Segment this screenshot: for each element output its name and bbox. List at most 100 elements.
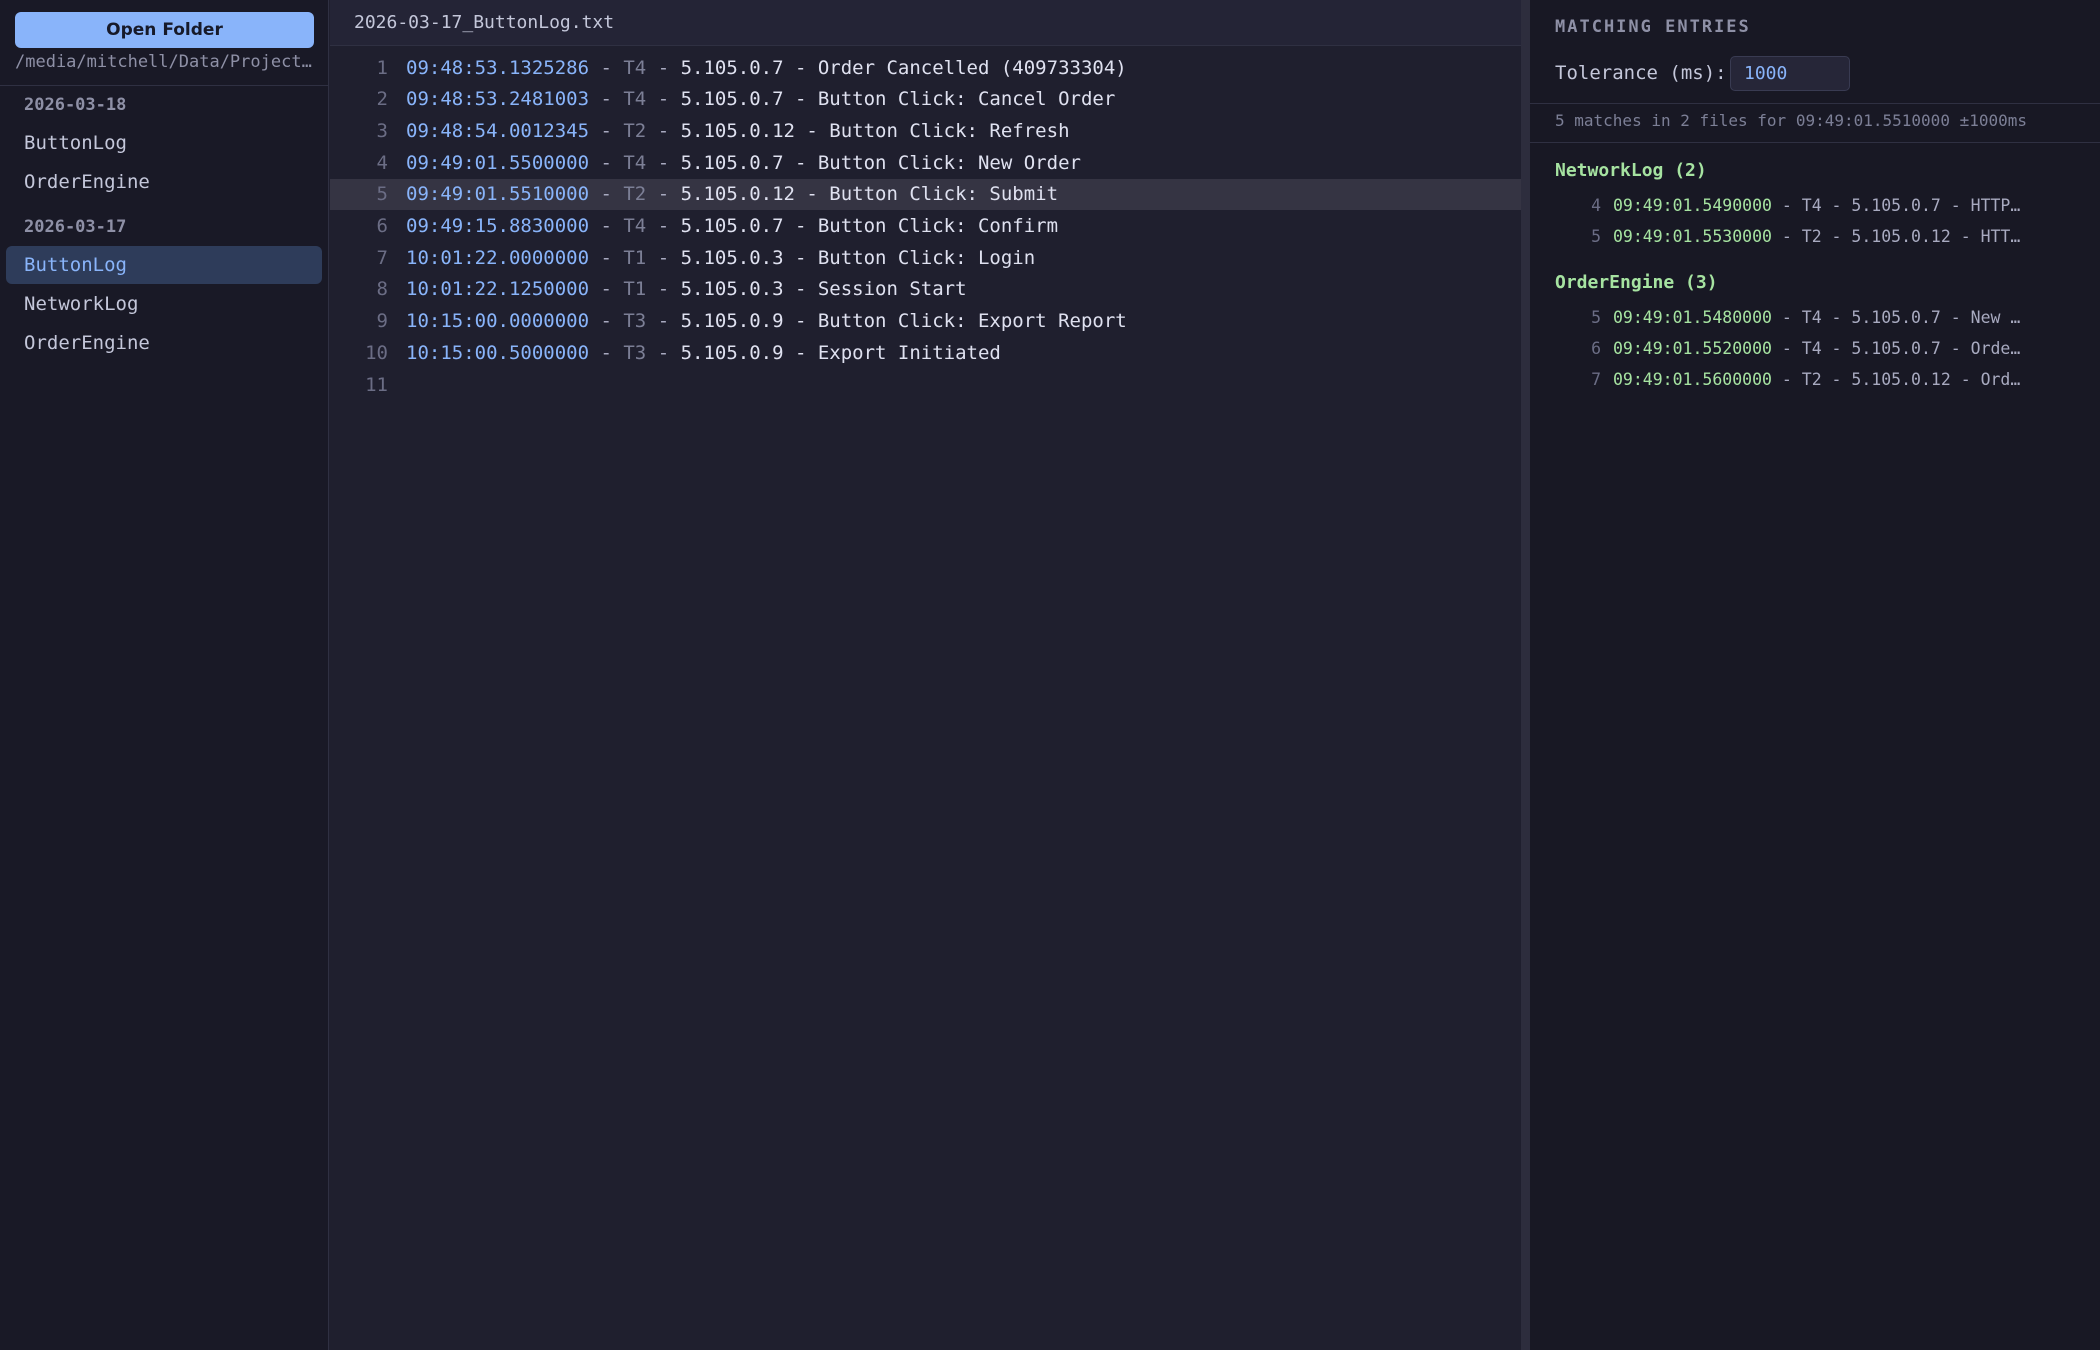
match-group-header: NetworkLog (2): [1555, 160, 1707, 181]
match-line-number: 7: [1591, 369, 1601, 389]
match-entry[interactable]: 5 09:49:01.5480000 - T4 - 5.105.0.7 - New…: [1555, 303, 2075, 331]
log-line-highlighted[interactable]: 5 09:49:01.5510000 - T2 - 5.105.0.12 - Bu…: [330, 178, 1521, 210]
log-line[interactable]: 8 10:01:22.1250000 - T1 - 5.105.0.3 - Ses…: [330, 274, 1521, 305]
log-line[interactable]: 11: [330, 369, 1521, 400]
match-timestamp: 09:49:01.5480000: [1613, 307, 1772, 327]
log-timestamp: 09:49:01.5500000: [406, 151, 590, 174]
file-sidebar: Open Folder /media/mitchell/Data/Project…: [0, 0, 329, 1350]
log-timestamp: 10:01:22.1250000: [406, 278, 590, 301]
line-number: 10: [365, 341, 388, 364]
log-timestamp: 09:48:53.1325286: [406, 56, 590, 79]
line-number: 1: [376, 56, 388, 79]
log-message: 5.105.0.3 - Session Start: [680, 278, 967, 301]
line-number: 3: [376, 119, 388, 142]
separator: -: [646, 215, 681, 237]
tolerance-label: Tolerance (ms):: [1555, 62, 1727, 84]
file-item-buttonlog-active[interactable]: ButtonLog: [6, 246, 322, 284]
log-line[interactable]: 3 09:48:54.0012345 - T2 - 5.105.0.12 - Bu…: [330, 115, 1521, 146]
separator: -: [646, 246, 681, 269]
log-thread: T2: [623, 119, 647, 142]
line-content: 09:49:15.8830000 - T4 - 5.105.0.7 - Butt…: [406, 215, 1058, 237]
file-item-orderengine[interactable]: OrderEngine: [6, 324, 322, 362]
log-line[interactable]: 7 10:01:22.0000000 - T1 - 5.105.0.3 - But…: [330, 242, 1521, 273]
match-timestamp: 09:49:01.5600000: [1613, 369, 1772, 389]
separator: -: [646, 341, 681, 364]
line-number: 6: [376, 215, 388, 237]
log-message: 5.105.0.9 - Export Initiated: [680, 341, 1001, 364]
log-timestamp: 09:48:53.2481003: [406, 88, 590, 111]
match-timestamp: 09:49:01.5530000: [1613, 226, 1772, 246]
log-thread: T3: [623, 341, 647, 364]
log-timestamp: 09:49:15.8830000: [406, 215, 590, 237]
log-message: 5.105.0.7 - Button Click: New Order: [680, 151, 1081, 174]
log-message: 5.105.0.7 - Button Click: Cancel Order: [680, 88, 1116, 111]
match-line-number: 5: [1591, 307, 1601, 327]
line-number: 9: [376, 310, 388, 333]
separator: -: [589, 88, 624, 111]
log-thread: T2: [623, 183, 647, 206]
file-item-networklog[interactable]: NetworkLog: [6, 285, 322, 323]
log-message: 5.105.0.7 - Order Cancelled (409733304): [680, 56, 1127, 79]
log-editor[interactable]: 2026-03-17_ButtonLog.txt 1 09:48:53.13252…: [330, 0, 1521, 1350]
line-number: 4: [376, 151, 388, 174]
line-content: 09:48:53.2481003 - T4 - 5.105.0.7 - Butt…: [406, 88, 1115, 110]
match-entry[interactable]: 5 09:49:01.5530000 - T2 - 5.105.0.12 - HT…: [1555, 222, 2075, 250]
separator: -: [589, 215, 624, 237]
log-timestamp: 10:15:00.5000000: [406, 341, 590, 364]
log-timestamp: 09:48:54.0012345: [406, 119, 590, 142]
line-number: 11: [365, 373, 388, 396]
sidebar-divider: [0, 85, 329, 86]
line-number: 2: [376, 88, 388, 111]
match-text: 09:49:01.5490000 - T4 - 5.105.0.7 - HTTP…: [1613, 195, 2023, 215]
file-item-orderengine[interactable]: OrderEngine: [6, 163, 322, 201]
log-timestamp: 10:01:22.0000000: [406, 246, 590, 269]
separator: -: [646, 56, 681, 79]
tolerance-input[interactable]: [1730, 56, 1850, 91]
separator: -: [646, 119, 681, 142]
separator: -: [589, 56, 624, 79]
log-thread: T4: [623, 215, 647, 237]
match-text: 09:49:01.5530000 - T2 - 5.105.0.12 - HTT…: [1613, 226, 2023, 246]
separator: -: [646, 183, 681, 206]
line-content: 09:48:53.1325286 - T4 - 5.105.0.7 - Orde…: [406, 57, 1127, 79]
open-folder-button[interactable]: Open Folder: [15, 12, 314, 48]
match-group-header: OrderEngine (3): [1555, 272, 1718, 293]
separator: -: [589, 310, 624, 333]
match-timestamp: 09:49:01.5490000: [1613, 195, 1772, 215]
log-line[interactable]: 6 09:49:15.8830000 - T4 - 5.105.0.7 - But…: [330, 211, 1521, 242]
panel-divider: [1530, 142, 2100, 143]
match-text: 09:49:01.5600000 - T2 - 5.105.0.12 - Ord…: [1613, 369, 2023, 389]
line-content: 10:15:00.0000000 - T3 - 5.105.0.9 - Butt…: [406, 310, 1127, 332]
separator: -: [646, 88, 681, 111]
match-timestamp: 09:49:01.5520000: [1613, 338, 1772, 358]
log-message: 5.105.0.12 - Button Click: Refresh: [680, 119, 1070, 142]
separator: -: [589, 278, 624, 301]
log-thread: T4: [623, 88, 647, 111]
editor-tab-title: 2026-03-17_ButtonLog.txt: [354, 12, 615, 33]
separator: -: [646, 310, 681, 333]
separator: -: [589, 183, 624, 206]
log-message: 5.105.0.7 - Button Click: Confirm: [680, 215, 1059, 237]
log-line[interactable]: 4 09:49:01.5500000 - T4 - 5.105.0.7 - But…: [330, 147, 1521, 178]
log-line[interactable]: 10 10:15:00.5000000 - T3 - 5.105.0.9 - Ex…: [330, 337, 1521, 368]
editor-tab[interactable]: 2026-03-17_ButtonLog.txt: [330, 0, 1521, 46]
match-text: 09:49:01.5480000 - T4 - 5.105.0.7 - New …: [1613, 307, 2023, 327]
line-content: 10:01:22.0000000 - T1 - 5.105.0.3 - Butt…: [406, 247, 1035, 269]
log-line[interactable]: 2 09:48:53.2481003 - T4 - 5.105.0.7 - But…: [330, 84, 1521, 115]
separator: -: [589, 151, 624, 174]
separator: -: [646, 278, 681, 301]
log-line[interactable]: 1 09:48:53.1325286 - T4 - 5.105.0.7 - Ord…: [330, 52, 1521, 83]
match-entry[interactable]: 7 09:49:01.5600000 - T2 - 5.105.0.12 - Or…: [1555, 365, 2075, 393]
separator: -: [589, 341, 624, 364]
separator: -: [589, 119, 624, 142]
file-item-buttonlog[interactable]: ButtonLog: [6, 124, 322, 162]
match-entry[interactable]: 4 09:49:01.5490000 - T4 - 5.105.0.7 - HTT…: [1555, 191, 2075, 219]
panel-title: MATCHING ENTRIES: [1555, 17, 1751, 37]
match-text: 09:49:01.5520000 - T4 - 5.105.0.7 - Orde…: [1613, 338, 2023, 358]
log-thread: T4: [623, 151, 647, 174]
panel-splitter[interactable]: [1521, 0, 1530, 1350]
match-entry[interactable]: 6 09:49:01.5520000 - T4 - 5.105.0.7 - Ord…: [1555, 334, 2075, 362]
log-timestamp: 10:15:00.0000000: [406, 310, 590, 333]
log-line[interactable]: 9 10:15:00.0000000 - T3 - 5.105.0.9 - But…: [330, 306, 1521, 337]
line-number: 7: [376, 246, 388, 269]
